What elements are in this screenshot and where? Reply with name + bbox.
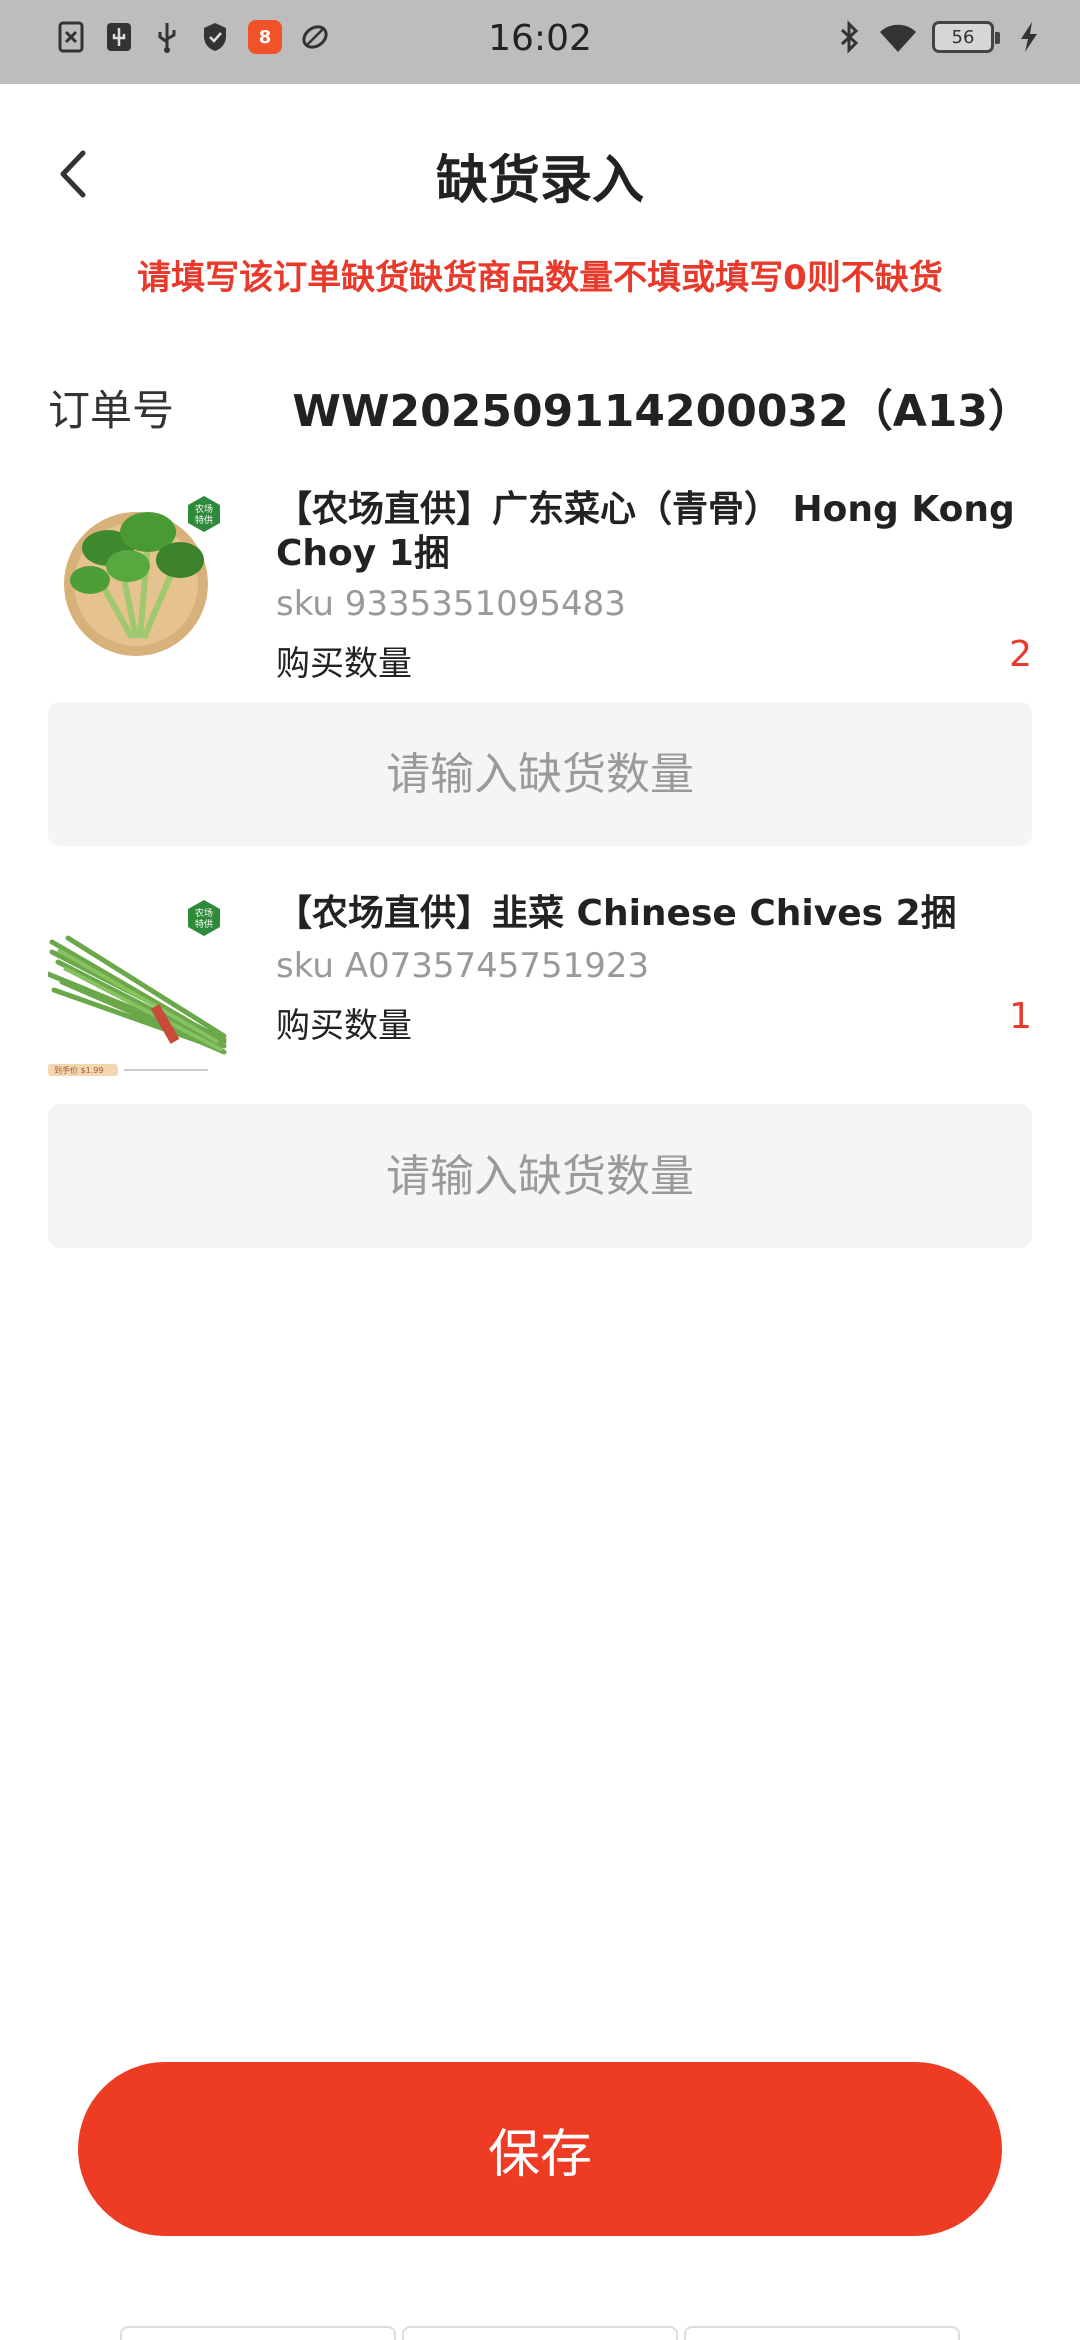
product-image-choy: 农场 特供 (48, 488, 232, 672)
header: 缺货录入 (0, 84, 1080, 260)
battery-icon: 56 (932, 21, 1000, 53)
product-item: 到手价 $1.99 农场 特供 【农场直供】韭菜 Chinese Chives … (45, 892, 1032, 1252)
battery-level: 56 (951, 26, 975, 48)
product-name: 【农场直供】广东菜心（青骨） Hong Kong Choy 1捆 (276, 489, 1015, 574)
purchase-qty-label: 购买数量 (276, 1006, 412, 1046)
page-title: 缺货录入 (435, 151, 644, 211)
status-bar: 8 16:02 56 (0, 0, 1080, 84)
product-item: 农场 特供 【农场直供】广东菜心（青骨） Hong Kong Choy 1捆 s… (48, 488, 1032, 848)
shortage-qty-input[interactable] (48, 702, 1032, 846)
purchase-qty-label: 购买数量 (276, 644, 412, 684)
tab-outline (120, 2326, 396, 2340)
shortage-qty-input[interactable] (48, 1104, 1032, 1248)
order-number-value: WW202509114200032（A13） (292, 386, 1032, 437)
svg-text:农场: 农场 (195, 907, 213, 919)
notice-text: 请填写该订单缺货缺货商品数量不填或填写0则不缺货 (137, 258, 943, 298)
farm-badge-icon: 农场 特供 (188, 900, 220, 936)
tab-outline (684, 2326, 960, 2340)
svg-text:到手价 $1.99: 到手价 $1.99 (54, 1065, 103, 1075)
wifi-icon (878, 20, 918, 54)
svg-text:特供: 特供 (195, 918, 213, 930)
order-number-label: 订单号 (48, 385, 175, 435)
bottom-tab-outline (120, 2326, 960, 2340)
status-icons-right: 56 (834, 20, 1044, 54)
svg-text:农场: 农场 (195, 503, 213, 515)
farm-badge-icon: 农场 特供 (188, 496, 220, 532)
bluetooth-icon (834, 20, 864, 54)
save-button[interactable]: 保存 (78, 2062, 1002, 2236)
purchase-qty-value: 1 (1009, 996, 1032, 1037)
product-image-chives: 到手价 $1.99 农场 特供 (45, 892, 232, 1076)
order-number-row: 订单号 WW202509114200032（A13） (48, 372, 1032, 442)
tab-outline (402, 2326, 678, 2340)
svg-text:特供: 特供 (195, 514, 213, 526)
product-sku: sku 9335351095483 (276, 584, 626, 624)
charging-icon (1014, 20, 1044, 54)
purchase-qty-value: 2 (1009, 634, 1032, 675)
product-sku: sku A0735745751923 (276, 946, 650, 986)
product-name: 【农场直供】韭菜 Chinese Chives 2捆 (276, 893, 957, 934)
